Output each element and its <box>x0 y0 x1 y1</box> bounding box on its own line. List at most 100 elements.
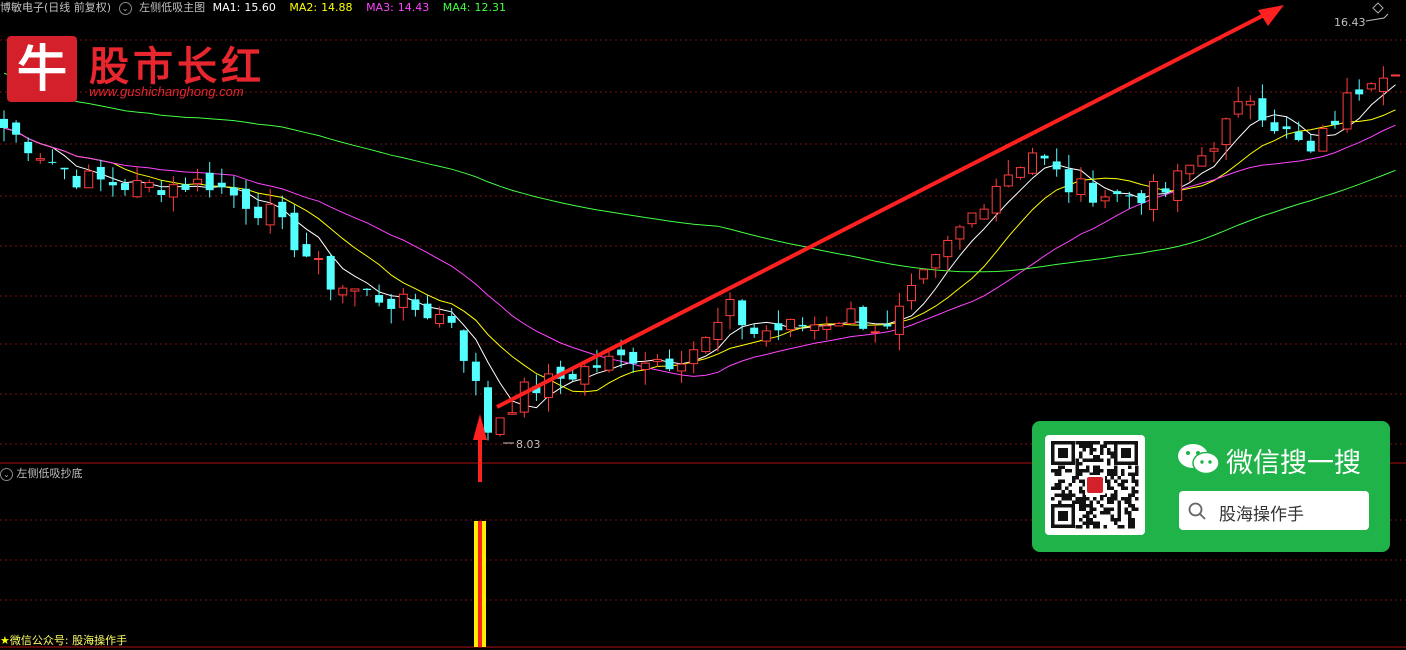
candle <box>338 284 348 304</box>
candle <box>278 195 287 230</box>
footer-text: 微信公众号: 股海操作手 <box>9 634 128 647</box>
candle <box>1233 86 1243 118</box>
candle <box>894 292 904 351</box>
candle <box>96 159 105 192</box>
ma3-readout: MA3: 14.43 <box>366 1 433 14</box>
candle <box>1366 82 1376 92</box>
candle <box>1089 170 1097 207</box>
candle <box>157 180 166 203</box>
candle <box>738 299 747 340</box>
candle <box>846 301 856 325</box>
indicator-dropdown-icon[interactable]: ⌄ <box>118 1 132 15</box>
candle <box>689 341 699 374</box>
candle <box>24 137 33 161</box>
bull-logo-icon: 牛 <box>7 36 77 102</box>
candle <box>132 166 142 199</box>
candle <box>108 167 117 197</box>
candle <box>217 168 226 195</box>
candle <box>955 224 965 250</box>
candle <box>181 177 190 192</box>
candle <box>242 180 250 225</box>
wechat-icon <box>1178 444 1220 475</box>
candle <box>665 349 674 372</box>
candle <box>1331 110 1339 129</box>
candle <box>1221 117 1231 160</box>
candle <box>943 235 953 272</box>
ma4-value: 12.31 <box>474 1 507 14</box>
candle <box>459 329 468 373</box>
ma2-value: 14.88 <box>321 1 353 14</box>
candle <box>1173 163 1183 212</box>
chart-header: 博敏电子(日线 前复权) ⌄ 左侧低吸主图 MA1: 15.60 MA2: 14.8… <box>0 0 1406 16</box>
ma2-line <box>3 109 1396 393</box>
candle <box>519 377 529 418</box>
candle <box>205 161 214 198</box>
candle <box>883 310 892 330</box>
candle <box>822 316 832 340</box>
candle <box>1258 84 1267 127</box>
ma3-value: 14.43 <box>397 1 430 14</box>
sub-indicator-dropdown-icon[interactable]: ⌄ <box>0 467 13 481</box>
sub-indicator-title[interactable]: ⌄ 左侧低吸抄底 <box>0 465 83 481</box>
ma3-line <box>3 124 1396 377</box>
candle <box>72 169 81 190</box>
ma4-readout: MA4: 12.31 <box>443 1 510 14</box>
wechat-search-card[interactable]: 微信搜一搜 股海操作手 <box>1032 421 1390 552</box>
candle <box>411 293 420 317</box>
qr-code-icon <box>1045 435 1145 535</box>
candle <box>967 212 977 228</box>
star-icon: ★ <box>0 634 10 647</box>
candle <box>1125 191 1134 209</box>
ma3-label: MA3: <box>366 1 394 14</box>
brand-logo: 牛 股市长红 www.gushichanghong.com <box>5 32 285 108</box>
candle <box>907 273 916 310</box>
candle <box>1040 154 1049 166</box>
candle <box>629 347 638 373</box>
candle <box>398 287 408 321</box>
candle <box>834 321 844 327</box>
candle <box>48 149 57 165</box>
candle <box>798 317 807 332</box>
candle <box>761 325 771 347</box>
candle <box>423 294 432 320</box>
indicator-name[interactable]: 左侧低吸主图 <box>139 1 205 14</box>
buy-signal-bar <box>482 521 486 647</box>
moving-average-lines <box>3 72 1396 409</box>
candle <box>652 354 662 367</box>
candle <box>1391 74 1400 77</box>
wechat-search-box[interactable]: 股海操作手 <box>1179 491 1369 530</box>
candle <box>1245 95 1255 120</box>
candle <box>991 178 1001 222</box>
search-icon <box>1188 502 1206 520</box>
candle <box>931 253 941 278</box>
footer-note: ★微信公众号: 股海操作手 <box>0 632 127 648</box>
candle <box>1197 147 1207 167</box>
candle <box>1149 174 1158 222</box>
candle <box>810 316 820 340</box>
candle <box>1028 147 1037 176</box>
candle <box>701 336 711 354</box>
candle <box>302 232 311 258</box>
candle <box>1137 189 1146 215</box>
candle <box>35 152 45 164</box>
candle <box>1378 66 1388 106</box>
candle <box>786 318 795 338</box>
candle <box>1318 124 1328 152</box>
candle <box>495 417 505 437</box>
candle <box>1342 77 1352 133</box>
candle <box>725 292 735 330</box>
candle <box>604 351 614 373</box>
candle <box>144 179 154 193</box>
sub-indicator-name: 左侧低吸抄底 <box>16 467 83 480</box>
ma1-readout: MA1: 15.60 <box>213 1 280 14</box>
ma2-label: MA2: <box>289 1 318 14</box>
candle <box>350 288 360 307</box>
candle <box>979 203 989 220</box>
candle <box>60 167 69 180</box>
candle <box>84 164 94 189</box>
candle <box>1185 164 1195 182</box>
stock-title: 博敏电子(日线 前复权) <box>0 1 112 14</box>
candle <box>1052 148 1061 177</box>
wechat-search-title: 微信搜一搜 <box>1226 448 1361 479</box>
brand-url: www.gushichanghong.com <box>89 84 244 99</box>
